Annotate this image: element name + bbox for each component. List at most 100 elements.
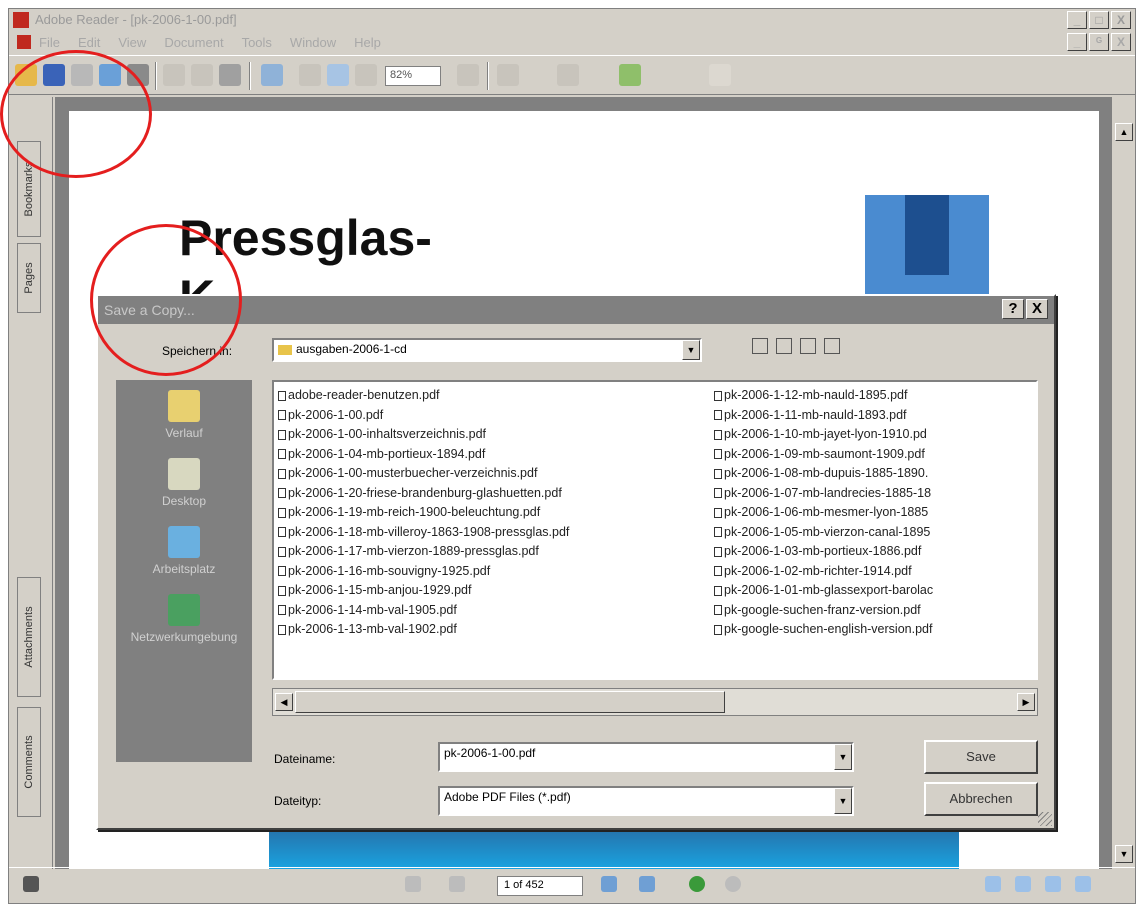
file-item[interactable]: pk-2006-1-11-mb-nauld-1893.pdf [714,406,1036,426]
scroll-down-button[interactable]: ▼ [1115,845,1133,863]
filename-label: Dateiname: [274,752,336,766]
facing-icon[interactable] [1045,876,1061,892]
save-button[interactable]: Save [924,740,1038,774]
file-item[interactable]: pk-google-suchen-franz-version.pdf [714,601,1036,621]
file-item[interactable]: pk-2006-1-19-mb-reich-1900-beleuchtung.p… [278,503,710,523]
pages-tab[interactable]: Pages [17,243,41,313]
dialog-help-button[interactable]: ? [1002,299,1024,319]
pdf-file-icon [714,468,722,479]
file-item[interactable]: pk-2006-1-18-mb-villeroy-1863-1908-press… [278,523,710,543]
file-item[interactable]: pk-2006-1-09-mb-saumont-1909.pdf [714,445,1036,465]
filetype-dropdown[interactable]: Adobe PDF Files (*.pdf) ▼ [438,786,854,816]
file-item[interactable]: adobe-reader-benutzen.pdf [278,386,710,406]
menu-tools[interactable]: Tools [242,35,272,50]
snapshot-tool-icon[interactable] [219,64,241,86]
file-item[interactable]: pk-2006-1-04-mb-portieux-1894.pdf [278,445,710,465]
filename-field[interactable]: pk-2006-1-00.pdf ▼ [438,742,854,772]
fit-width-icon[interactable] [327,64,349,86]
sign-icon[interactable] [557,64,579,86]
file-item[interactable]: pk-2006-1-03-mb-portieux-1886.pdf [714,542,1036,562]
select-tool-icon[interactable] [191,64,213,86]
save-a-copy-dialog: Save a Copy... ? X Speichern in: ausgabe… [96,294,1056,830]
horizontal-scrollbar[interactable]: ◀ ▶ [272,688,1038,716]
cancel-button[interactable]: Abbrechen [924,782,1038,816]
maximize-button[interactable]: □ [1089,11,1109,29]
file-item[interactable]: pk-2006-1-01-mb-glassexport-barolac [714,581,1036,601]
view-menu-icon[interactable] [824,338,840,354]
scroll-thumb[interactable] [295,691,725,713]
file-list[interactable]: adobe-reader-benutzen.pdf pk-2006-1-00.pd… [272,380,1038,680]
menu-document[interactable]: Document [164,35,223,50]
file-item[interactable]: pk-2006-1-02-mb-richter-1914.pdf [714,562,1036,582]
file-item[interactable]: pk-2006-1-07-mb-landrecies-1885-18 [714,484,1036,504]
menu-edit[interactable]: Edit [78,35,100,50]
actual-size-icon[interactable] [299,64,321,86]
new-folder-icon[interactable] [800,338,816,354]
last-page-icon[interactable] [639,876,655,892]
file-item[interactable]: pk-2006-1-14-mb-val-1905.pdf [278,601,710,621]
file-item[interactable]: pk-2006-1-06-mb-mesmer-lyon-1885 [714,503,1036,523]
file-name: pk-2006-1-20-friese-brandenburg-glashuet… [288,485,562,500]
file-item[interactable]: pk-2006-1-17-mb-vierzon-1889-pressglas.p… [278,542,710,562]
first-page-icon[interactable] [405,876,421,892]
dialog-close-button[interactable]: X [1026,299,1048,319]
close-button[interactable]: X [1111,11,1131,29]
attachments-tab[interactable]: Attachments [17,577,41,697]
comments-tab[interactable]: Comments [17,707,41,817]
resize-grip[interactable] [1038,812,1052,826]
chevron-down-icon[interactable]: ▼ [834,788,852,814]
next-page-icon[interactable] [601,876,617,892]
filename-value: pk-2006-1-00.pdf [444,746,536,760]
file-item[interactable]: pk-2006-1-08-mb-dupuis-1885-1890. [714,464,1036,484]
doc-close-button[interactable]: X [1111,33,1131,51]
go-forward-icon[interactable] [725,876,741,892]
menu-file[interactable]: File [39,35,60,50]
page-display-icon[interactable] [497,64,519,86]
continuous-facing-icon[interactable] [1075,876,1091,892]
doc-restore-button[interactable]: ᴳ [1089,33,1109,51]
continuous-icon[interactable] [1015,876,1031,892]
menu-help[interactable]: Help [354,35,381,50]
place-netzwerkumgebung[interactable]: Netzwerkumgebung [116,594,252,644]
place-verlauf[interactable]: Verlauf [116,390,252,440]
file-item[interactable]: pk-2006-1-05-mb-vierzon-canal-1895 [714,523,1036,543]
help-icon[interactable] [619,64,641,86]
zoom-out-icon[interactable] [355,64,377,86]
file-item[interactable]: pk-2006-1-13-mb-val-1902.pdf [278,620,710,640]
save-in-dropdown[interactable]: ausgaben-2006-1-cd ▼ [272,338,702,362]
scroll-up-button[interactable]: ▲ [1115,123,1133,141]
file-item[interactable]: pk-2006-1-20-friese-brandenburg-glashuet… [278,484,710,504]
menu-window[interactable]: Window [290,35,336,50]
file-item[interactable]: pk-2006-1-00.pdf [278,406,710,426]
zoom-in-tool-icon[interactable] [261,64,283,86]
layout-icon[interactable] [23,876,39,892]
file-item[interactable]: pk-2006-1-16-mb-souvigny-1925.pdf [278,562,710,582]
menu-view[interactable]: View [118,35,146,50]
go-back-icon[interactable] [689,876,705,892]
hand-tool-icon[interactable] [163,64,185,86]
single-page-icon[interactable] [985,876,1001,892]
scroll-right-button[interactable]: ▶ [1017,693,1035,711]
file-item[interactable]: pk-2006-1-00-musterbuecher-verzeichnis.p… [278,464,710,484]
doc-minimize-button[interactable]: _ [1067,33,1087,51]
vertical-scrollbar[interactable]: ▲ ▼ [1111,97,1135,869]
file-item[interactable]: pk-2006-1-00-inhaltsverzeichnis.pdf [278,425,710,445]
file-item[interactable]: pk-2006-1-15-mb-anjou-1929.pdf [278,581,710,601]
document-icon[interactable] [17,35,31,49]
up-folder-icon[interactable] [776,338,792,354]
place-arbeitsplatz[interactable]: Arbeitsplatz [116,526,252,576]
file-item[interactable]: pk-2006-1-10-mb-jayet-lyon-1910.pd [714,425,1036,445]
zoom-in-icon[interactable] [457,64,479,86]
zoom-level-field[interactable]: 82% [385,66,441,86]
minimize-button[interactable]: _ [1067,11,1087,29]
chevron-down-icon[interactable]: ▼ [682,340,700,360]
chevron-down-icon[interactable]: ▼ [834,744,852,770]
file-item[interactable]: pk-2006-1-12-mb-nauld-1895.pdf [714,386,1036,406]
file-item[interactable]: pk-google-suchen-english-version.pdf [714,620,1036,640]
previous-page-icon[interactable] [449,876,465,892]
back-icon[interactable] [752,338,768,354]
scroll-left-button[interactable]: ◀ [275,693,293,711]
page-number-field[interactable]: 1 of 452 [497,876,583,896]
undo-icon[interactable] [709,64,731,86]
place-desktop[interactable]: Desktop [116,458,252,508]
